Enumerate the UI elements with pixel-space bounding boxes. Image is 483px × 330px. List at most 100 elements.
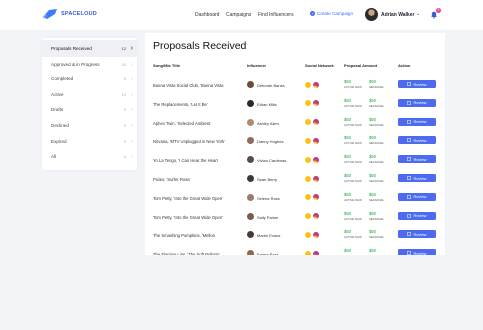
influencer-name[interactable]: Deborah Banks: [257, 83, 285, 88]
sidebar-item-label: Proposals Received: [51, 46, 92, 51]
influencer-avatar: [247, 250, 254, 255]
document-icon: [407, 251, 412, 255]
review-label: Review: [413, 137, 427, 143]
review-button[interactable]: Review: [398, 80, 436, 88]
nav-campaigns[interactable]: Campaigns: [226, 12, 251, 18]
sidebar-item-count: 4: [123, 154, 126, 159]
table-row: Pixies, 'Surfer Rosa' Sean Berry $50 ACT…: [145, 171, 445, 190]
nav-dashboard[interactable]: Dashboard: [195, 12, 219, 18]
review-button[interactable]: Review: [398, 117, 436, 126]
user-name[interactable]: Adrian Walker: [381, 12, 414, 18]
review-label: Review: [413, 119, 427, 125]
sidebar-item-count: 34: [121, 62, 126, 67]
influencer-name[interactable]: Sally Parker: [257, 215, 279, 220]
document-icon: [407, 82, 412, 86]
proposal-amount-label: SEASONAL: [369, 122, 385, 127]
table-row: Nirvana, 'MTV Unplugged in New York' Dan…: [145, 133, 445, 152]
sidebar-item-declined[interactable]: Declined 0 ›: [42, 117, 137, 134]
snapchat-icon: [305, 137, 311, 144]
review-button[interactable]: Review: [398, 98, 436, 107]
brand-logo[interactable]: SPACELOUD: [42, 8, 97, 20]
snapchat-icon: [305, 194, 311, 201]
proposal-amount-label: ACTIVE NOW: [344, 235, 362, 240]
influencer-avatar: [247, 156, 254, 164]
influencer-name[interactable]: Selena Ross: [257, 196, 280, 201]
influencer-name[interactable]: Ethan Mills: [257, 102, 277, 107]
proposal-amount: $50: [369, 154, 376, 160]
sidebar-item-count: 9: [123, 76, 126, 81]
table-row: The Flaming Lips, 'The Soft Bulletin' Em…: [145, 246, 445, 255]
review-label: Review: [413, 100, 427, 106]
review-button[interactable]: Review: [398, 174, 436, 182]
proposal-amount-label: ACTIVE NOW: [344, 85, 362, 89]
chevron-right-icon: ›: [131, 153, 133, 160]
proposal-amount: $50: [344, 116, 351, 122]
influencer-name[interactable]: Danny Hughes: [257, 139, 283, 144]
chevron-down-icon[interactable]: ⌄: [416, 11, 420, 17]
influencer-avatar: [247, 118, 254, 126]
rocket-logo-icon: [43, 9, 57, 19]
song-title: The Flaming Lips, 'The Soft Bulletin': [153, 252, 220, 255]
instagram-icon: [313, 100, 319, 107]
song-title: Yo La Tengo, 'I Can Hear the Heart: [153, 158, 218, 164]
sidebar-item-count: 0: [123, 107, 126, 112]
column-header-influencer: Influencer: [247, 63, 267, 68]
document-icon: [407, 138, 412, 143]
nav-find-influencers[interactable]: Find Influencers: [258, 12, 294, 18]
influencer-name[interactable]: Martin Evans: [257, 233, 280, 238]
create-campaign-button[interactable]: + Create Campaign: [310, 11, 353, 16]
instagram-icon: [313, 137, 319, 144]
song-title: Tom Petty, 'Into the Great Wide Open': [153, 195, 223, 201]
proposal-amount: $50: [369, 248, 376, 254]
influencer-name[interactable]: Ashley Allen: [257, 121, 279, 126]
proposal-amount-label: ACTIVE NOW: [344, 197, 362, 202]
influencer-avatar: [247, 175, 254, 182]
influencer-name[interactable]: Emma Ross: [257, 252, 279, 255]
instagram-icon: [313, 250, 319, 255]
proposal-amount: $50: [369, 173, 376, 178]
review-button[interactable]: Review: [398, 249, 436, 255]
document-icon: [407, 119, 412, 124]
proposal-amount: $50: [344, 173, 351, 178]
notification-badge: 5: [436, 8, 441, 13]
proposal-amount-label: ACTIVE NOW: [344, 103, 362, 108]
top-bar: SPACELOUD Dashboard Campaigns Find Influ…: [0, 0, 483, 30]
document-icon: [407, 157, 412, 162]
chevron-right-icon: ›: [131, 61, 133, 68]
proposal-amount: $50: [344, 210, 351, 216]
user-avatar[interactable]: [365, 8, 378, 21]
proposal-amount-label: SEASONAL: [369, 197, 385, 202]
review-button[interactable]: Review: [398, 192, 436, 201]
sidebar-item-count: 0: [123, 139, 126, 144]
snapchat-icon: [305, 231, 311, 238]
sidebar-item-label: Expired: [51, 139, 67, 144]
instagram-icon: [313, 175, 319, 182]
chevron-right-icon: ›: [131, 91, 133, 98]
sidebar-item-drafts[interactable]: Drafts 0 ›: [42, 101, 137, 118]
table-row: Yo La Tengo, 'I Can Hear the Heart Vivia…: [145, 152, 445, 171]
review-button[interactable]: Review: [398, 211, 436, 220]
influencer-name[interactable]: Sean Berry: [257, 177, 277, 182]
proposal-amount-label: SEASONAL: [369, 103, 385, 108]
proposals-panel: Proposals Received Song/Mix Title Influe…: [145, 33, 445, 255]
song-title: Buena Vista Social Club, 'Buena Vista: [153, 83, 224, 88]
song-title: Nirvana, 'MTV Unplugged in New York': [153, 139, 225, 145]
sidebar-item-proposals-received[interactable]: Proposals Received 12 ›: [42, 40, 137, 57]
sidebar-item-label: Active: [51, 92, 64, 97]
brand-name: SPACELOUD: [61, 11, 97, 17]
table-row: Buena Vista Social Club, 'Buena Vista De…: [145, 77, 445, 96]
column-header-amount: Proposal Amount: [344, 63, 378, 68]
table-row: Tom Petty, 'Into the Great Wide Open' Sa…: [145, 209, 445, 228]
proposal-amount-label: SEASONAL: [369, 235, 385, 240]
sidebar-item-completed[interactable]: Completed 9 ›: [42, 70, 137, 87]
proposal-amount-label: ACTIVE NOW: [344, 160, 362, 165]
snapchat-icon: [305, 213, 311, 220]
review-button[interactable]: Review: [398, 155, 436, 164]
sidebar-item-all[interactable]: All 4 ›: [42, 148, 137, 165]
influencer-avatar: [247, 212, 254, 220]
influencer-avatar: [247, 99, 254, 107]
review-button[interactable]: Review: [398, 230, 436, 239]
review-button[interactable]: Review: [398, 136, 436, 145]
snapchat-icon: [305, 81, 311, 88]
influencer-name[interactable]: Vivian Cardenas: [257, 158, 286, 163]
